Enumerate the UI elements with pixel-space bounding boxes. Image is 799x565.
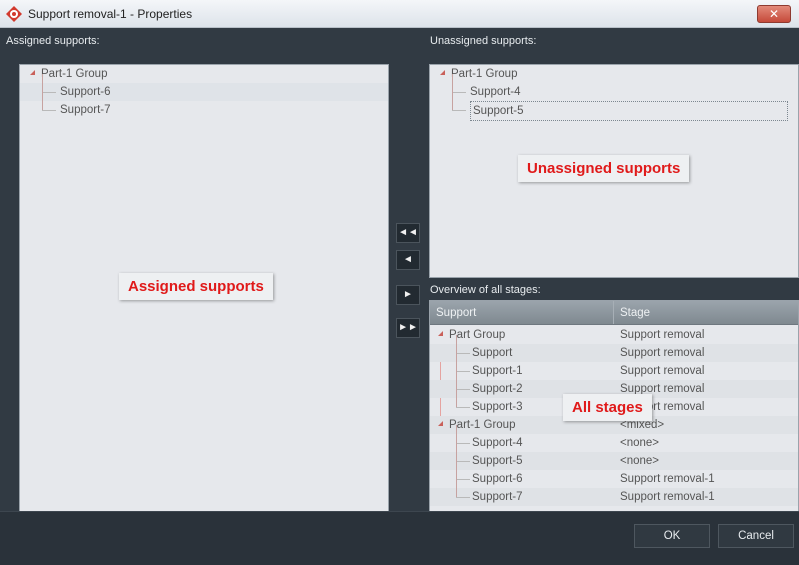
move-all-left-button[interactable]: ◄◄ — [396, 223, 420, 243]
ok-button[interactable]: OK — [634, 524, 710, 548]
app-logo-icon — [6, 6, 22, 22]
tree-group-row[interactable]: Part-1 Group — [430, 65, 798, 83]
expand-caret-icon[interactable] — [440, 70, 445, 76]
tree-item[interactable]: Support-4 — [430, 74, 798, 101]
grid-row[interactable]: Support-6 Support removal-1 — [430, 461, 798, 488]
tree-group-row[interactable]: Part-1 Group — [20, 65, 388, 83]
grid-row[interactable]: Part Group Support removal — [430, 326, 798, 344]
stage-cell: <none> — [620, 455, 660, 467]
grid-header: Support Stage — [430, 301, 798, 325]
cancel-button[interactable]: Cancel — [718, 524, 794, 548]
title-bar: Support removal-1 - Properties ✕ — [0, 0, 799, 28]
support-cell: Part Group — [449, 329, 506, 341]
tree-item[interactable]: Support-6 — [20, 74, 388, 101]
all-stages-annotation: All stages — [563, 394, 652, 421]
stage-cell: Support removal-1 — [620, 473, 715, 485]
overview-label: Overview of all stages: — [430, 284, 541, 296]
grid-row[interactable]: Support-7 Support removal-1 — [430, 479, 798, 506]
expand-caret-icon[interactable] — [438, 331, 443, 337]
window-title: Support removal-1 - Properties — [28, 7, 193, 21]
move-right-button[interactable]: ► — [396, 285, 420, 305]
item-label: Support-4 — [470, 86, 521, 98]
column-header-stage[interactable]: Stage — [614, 301, 798, 324]
dialog-footer: OK Cancel — [0, 511, 799, 565]
close-button[interactable]: ✕ — [757, 5, 791, 23]
unassigned-supports-label: Unassigned supports: — [430, 35, 537, 47]
expand-caret-icon[interactable] — [30, 70, 35, 76]
properties-dialog: Assigned supports: Part-1 Group Support-… — [0, 28, 799, 565]
unassigned-supports-annotation: Unassigned supports — [518, 155, 690, 182]
support-cell: Support-5 — [430, 443, 614, 470]
column-header-support[interactable]: Support — [430, 301, 614, 324]
group-label: Part-1 Group — [451, 68, 518, 80]
tree-item[interactable]: Support-7 — [20, 92, 388, 119]
stage-cell: Support removal-1 — [620, 491, 715, 503]
item-label: Support-5 — [470, 101, 788, 121]
item-label: Support-7 — [60, 104, 111, 116]
move-left-button[interactable]: ◄ — [396, 250, 420, 270]
move-all-right-button[interactable]: ►► — [396, 318, 420, 338]
grid-row[interactable]: Support-5 <none> — [430, 443, 798, 470]
support-cell: Part-1 Group — [449, 419, 516, 431]
stage-cell: Support removal — [620, 365, 705, 377]
grid-row[interactable]: Support Support removal — [430, 335, 798, 362]
support-cell: Support-6 — [430, 461, 614, 488]
grid-row[interactable]: Support-4 <none> — [430, 425, 798, 452]
stage-cell: Support removal — [620, 329, 705, 341]
support-cell: Support-7 — [430, 479, 614, 506]
tree-item-selected[interactable]: Support-5 — [430, 92, 798, 121]
item-label: Support-6 — [60, 86, 111, 98]
expand-caret-icon[interactable] — [438, 421, 443, 427]
support-cell: Support-1 — [430, 353, 614, 380]
stage-cell: Support removal — [620, 347, 705, 359]
assigned-supports-annotation: Assigned supports — [119, 273, 273, 300]
stage-cell: <none> — [620, 437, 660, 449]
assigned-supports-label: Assigned supports: — [6, 35, 100, 47]
group-label: Part-1 Group — [41, 68, 108, 80]
grid-row[interactable]: Support-1 Support removal — [430, 353, 798, 380]
support-cell: Support-4 — [430, 425, 614, 452]
support-cell: Support — [430, 335, 614, 362]
